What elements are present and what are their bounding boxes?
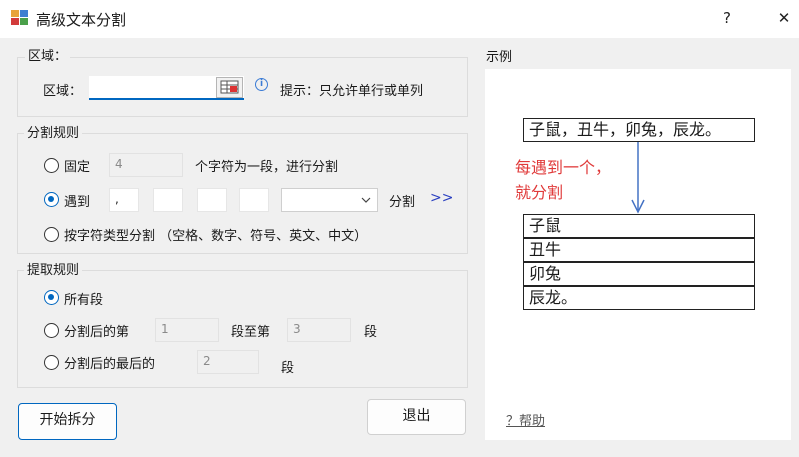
radio-range[interactable]: [44, 323, 59, 338]
radio-encounter[interactable]: [44, 192, 59, 207]
fixed-suffix: 个字符为一段，进行分割: [195, 160, 339, 175]
window-title: 高级文本分割: [36, 11, 127, 29]
delimiter-input-1[interactable]: ,: [109, 188, 139, 212]
extract-rules-title: 提取规则: [24, 259, 83, 278]
fixed-label: 固定: [64, 160, 91, 175]
encounter-suffix: 分割: [389, 195, 416, 210]
region-hint: 提示：只允许单行或单列: [280, 84, 424, 99]
last-label-a: 分割后的最后的: [64, 357, 156, 372]
encounter-label: 遇到: [64, 195, 91, 210]
start-split-button[interactable]: 开始拆分: [18, 403, 117, 440]
delimiter-dropdown[interactable]: [281, 188, 378, 212]
chevron-down-icon: [361, 197, 371, 203]
radio-by-type[interactable]: [44, 227, 59, 242]
example-note-line1: 每遇到一个，: [515, 158, 612, 177]
app-icon: [11, 10, 28, 25]
help-link[interactable]: ？帮助: [506, 410, 545, 429]
range-label-c: 段: [364, 325, 378, 340]
example-result-2: 丑牛: [523, 238, 755, 262]
example-source-text: 子鼠，丑牛，卯兔，辰龙。: [523, 118, 755, 142]
more-options-link[interactable]: >>: [430, 190, 453, 206]
info-icon: i: [255, 78, 268, 91]
radio-fixed[interactable]: [44, 158, 59, 173]
arrow-down-icon: [631, 142, 645, 214]
last-label-b: 段: [281, 361, 295, 376]
range-label-a: 分割后的第: [64, 325, 130, 340]
exit-button[interactable]: 退出: [367, 399, 466, 435]
by-type-label: 按字符类型分割 （空格、数字、符号、英文、中文）: [64, 229, 368, 244]
split-rules-title: 分割规则: [24, 122, 83, 141]
close-button[interactable]: ✕: [772, 7, 796, 31]
example-title: 示例: [486, 50, 513, 65]
fixed-count-input[interactable]: 4: [109, 153, 183, 177]
example-result-3: 卯兔: [523, 262, 755, 286]
example-panel: 子鼠，丑牛，卯兔，辰龙。 每遇到一个， 就分割 子鼠 丑牛 卯兔 辰龙。 ？帮助: [485, 69, 791, 440]
delimiter-input-2[interactable]: [153, 188, 183, 212]
all-segments-label: 所有段: [64, 293, 104, 308]
delimiter-input-4[interactable]: [239, 188, 269, 212]
title-bar: 高级文本分割 ? ✕: [0, 0, 799, 38]
delimiter-input-3[interactable]: [197, 188, 227, 212]
example-note-line2: 就分割: [515, 183, 564, 202]
range-to-input[interactable]: 3: [287, 318, 351, 342]
radio-all-segments[interactable]: [44, 290, 59, 305]
range-picker-icon: [220, 80, 239, 94]
region-group-title: 区域：: [25, 45, 71, 64]
range-select-button[interactable]: [216, 77, 243, 98]
example-result-1: 子鼠: [523, 214, 755, 238]
help-button[interactable]: ?: [715, 7, 739, 31]
range-label-b: 段至第: [231, 325, 271, 340]
radio-last[interactable]: [44, 355, 59, 370]
example-result-4: 辰龙。: [523, 286, 755, 310]
last-count-input[interactable]: 2: [197, 350, 259, 374]
range-from-input[interactable]: 1: [155, 318, 219, 342]
region-label: 区域：: [43, 84, 83, 99]
